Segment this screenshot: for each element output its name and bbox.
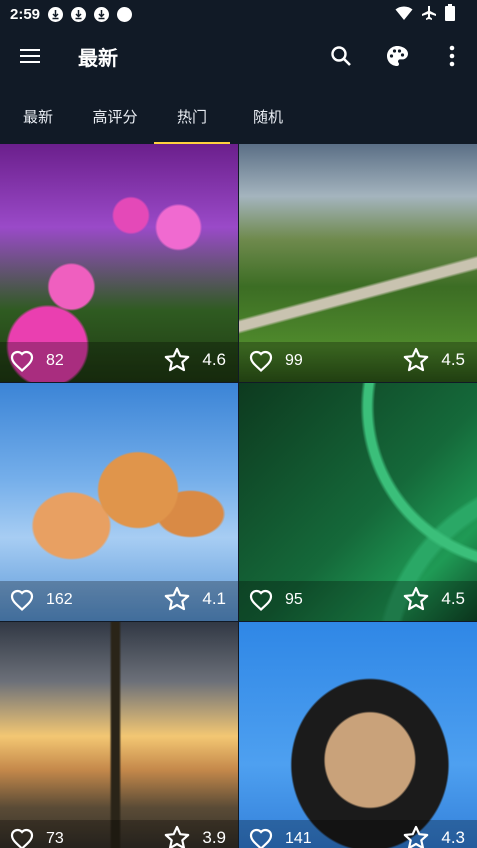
more-vert-icon [449, 45, 455, 67]
wallpaper-image [239, 622, 477, 848]
like-count: 73 [46, 830, 64, 847]
star-icon[interactable] [403, 347, 429, 372]
download-icon [94, 6, 110, 22]
search-button[interactable] [327, 42, 355, 70]
rating-value: 4.5 [441, 350, 465, 369]
star-icon[interactable] [403, 825, 429, 848]
wallpaper-card[interactable]: 82 4.6 [0, 144, 238, 382]
menu-button[interactable] [18, 44, 42, 68]
tab-label: 热门 [176, 108, 207, 126]
palette-icon [387, 46, 408, 66]
status-time: 2:59 [10, 5, 41, 23]
star-icon[interactable] [164, 347, 190, 372]
tab-label: 高评分 [92, 108, 138, 126]
rating-value: 4.6 [202, 350, 226, 369]
rating-value: 3.9 [202, 828, 226, 847]
wallpaper-card[interactable]: 73 3.9 [0, 622, 238, 848]
wifi-icon [395, 6, 413, 20]
star-icon[interactable] [164, 586, 190, 611]
hamburger-menu-icon [20, 49, 40, 63]
wallpaper-image [0, 622, 238, 848]
tab-label: 随机 [252, 108, 283, 126]
rating-value: 4.5 [441, 589, 465, 608]
download-icon [71, 6, 87, 22]
tab-bar: 最新 高评分 热门 随机 [0, 88, 477, 144]
heart-icon[interactable] [249, 589, 273, 611]
theme-button[interactable] [383, 42, 411, 70]
like-count: 95 [285, 591, 303, 608]
heart-icon[interactable] [10, 350, 34, 372]
like-count: 141 [285, 830, 312, 847]
status-bar: 2:59 [0, 0, 477, 28]
heart-icon[interactable] [10, 589, 34, 611]
search-icon [331, 46, 351, 66]
tab-top-rated[interactable]: 高评分 [76, 88, 154, 144]
wallpaper-card[interactable]: 99 4.5 [239, 144, 477, 382]
wallpaper-card[interactable]: 95 4.5 [239, 383, 477, 621]
wallpaper-grid: 82 4.6 99 4.5 162 4.1 95 4.5 73 3.9 141 … [0, 144, 477, 848]
like-count: 99 [285, 352, 303, 369]
like-count: 162 [46, 591, 73, 608]
download-icon [48, 6, 64, 22]
tab-latest[interactable]: 最新 [0, 88, 76, 144]
star-icon[interactable] [403, 586, 429, 611]
rating-value: 4.3 [441, 828, 465, 847]
heart-icon[interactable] [249, 828, 273, 848]
heart-icon[interactable] [249, 350, 273, 372]
heart-icon[interactable] [10, 828, 34, 848]
star-icon[interactable] [164, 825, 190, 848]
page-title: 最新 [78, 48, 118, 70]
wallpaper-card[interactable]: 141 4.3 [239, 622, 477, 848]
rating-value: 4.1 [202, 589, 226, 608]
tab-popular[interactable]: 热门 [154, 88, 230, 144]
airplane-icon [422, 5, 436, 20]
more-options-button[interactable] [438, 42, 466, 70]
app-bar: 最新 [0, 28, 477, 84]
tab-random[interactable]: 随机 [230, 88, 306, 144]
wallpaper-card[interactable]: 162 4.1 [0, 383, 238, 621]
tab-label: 最新 [22, 108, 53, 126]
battery-icon [445, 4, 455, 21]
like-count: 82 [46, 352, 64, 369]
circle-icon [117, 6, 133, 22]
